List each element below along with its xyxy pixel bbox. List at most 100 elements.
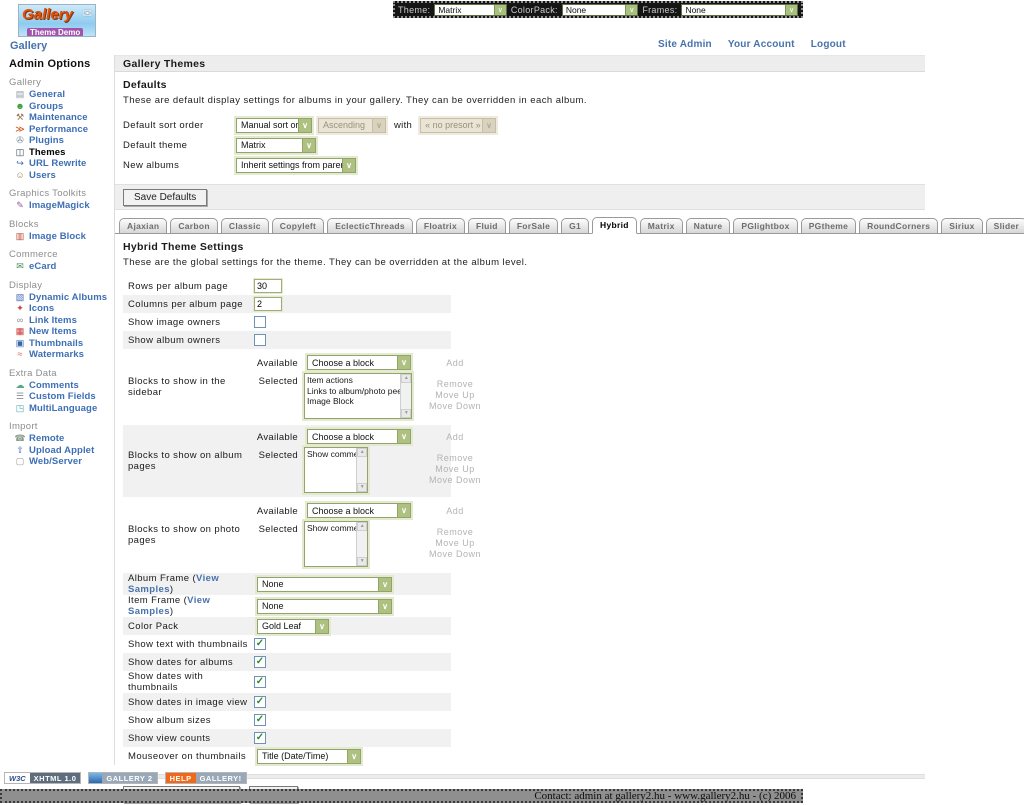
choose-block-select-blocks-to-show-on-album-pages[interactable]: Choose a block∨ xyxy=(307,429,411,444)
sidebar-item-maintenance[interactable]: ⚒Maintenance xyxy=(9,112,114,124)
scroll-down-icon[interactable]: ▼ xyxy=(357,483,367,492)
tab-nature[interactable]: Nature xyxy=(686,218,731,233)
selected-blocks-listbox-blocks-to-show-in-the-sidebar[interactable]: Item actionsLinks to album/photo peersIm… xyxy=(304,373,412,419)
remove-link[interactable]: Remove xyxy=(420,453,490,463)
checkbox-show-view-counts[interactable] xyxy=(254,732,266,744)
scroll-up-icon[interactable]: ▲ xyxy=(401,374,411,383)
sidebar-item-general[interactable]: ▤General xyxy=(9,89,114,101)
choose-block-select-blocks-to-show-on-photo-pages[interactable]: Choose a block∨ xyxy=(307,503,411,518)
tab-pglightbox[interactable]: PGlightbox xyxy=(733,218,797,233)
move-up-link[interactable]: Move Up xyxy=(420,464,490,474)
move-down-link[interactable]: Move Down xyxy=(420,401,490,411)
sidebar-item-link-items[interactable]: ∞Link Items xyxy=(9,315,114,327)
scroll-down-icon[interactable]: ▼ xyxy=(401,409,411,418)
sidebar-item-ecard[interactable]: ✉eCard xyxy=(9,261,114,273)
select-mouseover-on-thumbnails[interactable]: Title (Date/Time)∨ xyxy=(257,749,361,764)
sidebar-item-users[interactable]: ☺Users xyxy=(9,170,114,182)
tab-roundcorners[interactable]: RoundCorners xyxy=(859,218,938,233)
add-link[interactable]: Add xyxy=(420,506,490,516)
default-sort-order-select[interactable]: Manual sort order ∨ xyxy=(236,118,312,133)
sidebar-item-thumbnails[interactable]: ▣Thumbnails xyxy=(9,338,114,350)
frames-select[interactable]: None ∨ xyxy=(681,4,798,16)
sidebar-item-image-block[interactable]: ▥Image Block xyxy=(9,231,114,243)
move-up-link[interactable]: Move Up xyxy=(420,538,490,548)
sidebar-item-new-items[interactable]: ▦New Items xyxy=(9,326,114,338)
selected-blocks-listbox-blocks-to-show-on-photo-pages[interactable]: Show comments▲▼ xyxy=(304,521,368,567)
save-defaults-button[interactable]: Save Defaults xyxy=(123,189,207,206)
scroll-up-icon[interactable]: ▲ xyxy=(357,522,367,531)
tab-siriux[interactable]: Siriux xyxy=(941,218,982,233)
move-down-link[interactable]: Move Down xyxy=(420,549,490,559)
new-albums-select[interactable]: Inherit settings from parent album ∨ xyxy=(236,158,356,173)
tab-ajaxian[interactable]: Ajaxian xyxy=(119,218,167,233)
checkbox-show-dates-in-image-view[interactable] xyxy=(254,696,266,708)
view-samples-link[interactable]: View Samples xyxy=(128,595,210,617)
sidebar-item-multilanguage[interactable]: ◳MultiLanguage xyxy=(9,403,114,415)
checkbox-show-album-sizes[interactable] xyxy=(254,714,266,726)
w3c-xhtml-badge[interactable]: W3CXHTML 1.0 xyxy=(4,772,81,784)
tab-pgtheme[interactable]: PGtheme xyxy=(801,218,856,233)
checkbox-show-dates-for-albums[interactable] xyxy=(254,656,266,668)
move-up-link[interactable]: Move Up xyxy=(420,390,490,400)
scroll-down-icon[interactable]: ▼ xyxy=(357,557,367,566)
scrollbar[interactable]: ▲▼ xyxy=(400,374,411,418)
tab-floatrix[interactable]: Floatrix xyxy=(416,218,465,233)
tab-matrix[interactable]: Matrix xyxy=(640,218,683,233)
add-link[interactable]: Add xyxy=(420,432,490,442)
tab-fluid[interactable]: Fluid xyxy=(468,218,506,233)
checkbox-show-image-owners[interactable] xyxy=(254,316,266,328)
remove-link[interactable]: Remove xyxy=(420,379,490,389)
scrollbar[interactable]: ▲▼ xyxy=(356,522,367,566)
input-columns-per-album-page[interactable] xyxy=(254,297,282,311)
sidebar-item-plugins[interactable]: ✇Plugins xyxy=(9,135,114,147)
view-samples-link[interactable]: View Samples xyxy=(128,573,219,595)
gallery2-badge[interactable]: GALLERY 2 xyxy=(88,772,157,784)
add-link[interactable]: Add xyxy=(420,358,490,368)
select-color-pack[interactable]: Gold Leaf∨ xyxy=(257,619,329,634)
listbox-item[interactable]: Links to album/photo peers xyxy=(307,386,398,397)
sidebar-item-remote[interactable]: ☎Remote xyxy=(9,433,114,445)
sidebar-item-url-rewrite[interactable]: ↪URL Rewrite xyxy=(9,158,114,170)
breadcrumb[interactable]: Gallery xyxy=(10,40,47,52)
sidebar-item-web-server[interactable]: ▢Web/Server xyxy=(9,456,114,468)
sidebar-item-themes[interactable]: ◫Themes xyxy=(9,147,114,159)
theme-select[interactable]: Matrix ∨ xyxy=(434,4,507,16)
sidebar-item-performance[interactable]: ≫Performance xyxy=(9,124,114,136)
scrollbar[interactable]: ▲▼ xyxy=(356,448,367,492)
breadcrumb-gallery-link[interactable]: Gallery xyxy=(10,40,47,52)
remove-link[interactable]: Remove xyxy=(420,527,490,537)
sidebar-item-groups[interactable]: ☻Groups xyxy=(9,101,114,113)
selected-blocks-listbox-blocks-to-show-on-album-pages[interactable]: Show comments▲▼ xyxy=(304,447,368,493)
input-rows-per-album-page[interactable] xyxy=(254,279,282,293)
listbox-item[interactable]: Item actions xyxy=(307,375,398,386)
sidebar-item-upload-applet[interactable]: ⇧Upload Applet xyxy=(9,445,114,457)
tab-slider[interactable]: Slider xyxy=(986,218,1024,233)
move-down-link[interactable]: Move Down xyxy=(420,475,490,485)
colorpack-select[interactable]: None ∨ xyxy=(562,4,639,16)
tab-g1[interactable]: G1 xyxy=(561,218,589,233)
checkbox-show-album-owners[interactable] xyxy=(254,334,266,346)
select-item-frame[interactable]: None∨ xyxy=(257,599,392,614)
sidebar-item-imagemagick[interactable]: ✎ImageMagick xyxy=(9,200,114,212)
your-account-link[interactable]: Your Account xyxy=(728,39,795,50)
default-theme-select[interactable]: Matrix ∨ xyxy=(236,138,316,153)
select-album-frame[interactable]: None∨ xyxy=(257,577,392,592)
scroll-up-icon[interactable]: ▲ xyxy=(357,448,367,457)
sidebar-item-custom-fields[interactable]: ☰Custom Fields xyxy=(9,391,114,403)
sidebar-item-comments[interactable]: ☁Comments xyxy=(9,380,114,392)
choose-block-select-blocks-to-show-in-the-sidebar[interactable]: Choose a block∨ xyxy=(307,355,411,370)
site-admin-link[interactable]: Site Admin xyxy=(658,39,712,50)
sidebar-item-icons[interactable]: ✦Icons xyxy=(9,303,114,315)
listbox-item[interactable]: Image Block xyxy=(307,396,398,407)
tab-hybrid[interactable]: Hybrid xyxy=(592,217,637,234)
sidebar-item-dynamic-albums[interactable]: ▧Dynamic Albums xyxy=(9,292,114,304)
help-gallery-badge[interactable]: HELPGALLERY! xyxy=(165,772,247,784)
tab-classic[interactable]: Classic xyxy=(221,218,269,233)
listbox-item[interactable]: Show comments xyxy=(307,523,354,534)
checkbox-show-text-with-thumbnails[interactable] xyxy=(254,638,266,650)
gallery-logo[interactable]: Gallery Theme Demo ✉ xyxy=(18,4,96,37)
tab-copyleft[interactable]: Copyleft xyxy=(272,218,324,233)
tab-eclecticthreads[interactable]: EclecticThreads xyxy=(327,218,413,233)
checkbox-show-dates-with-thumbnails[interactable] xyxy=(254,676,266,688)
tab-forsale[interactable]: ForSale xyxy=(509,218,558,233)
